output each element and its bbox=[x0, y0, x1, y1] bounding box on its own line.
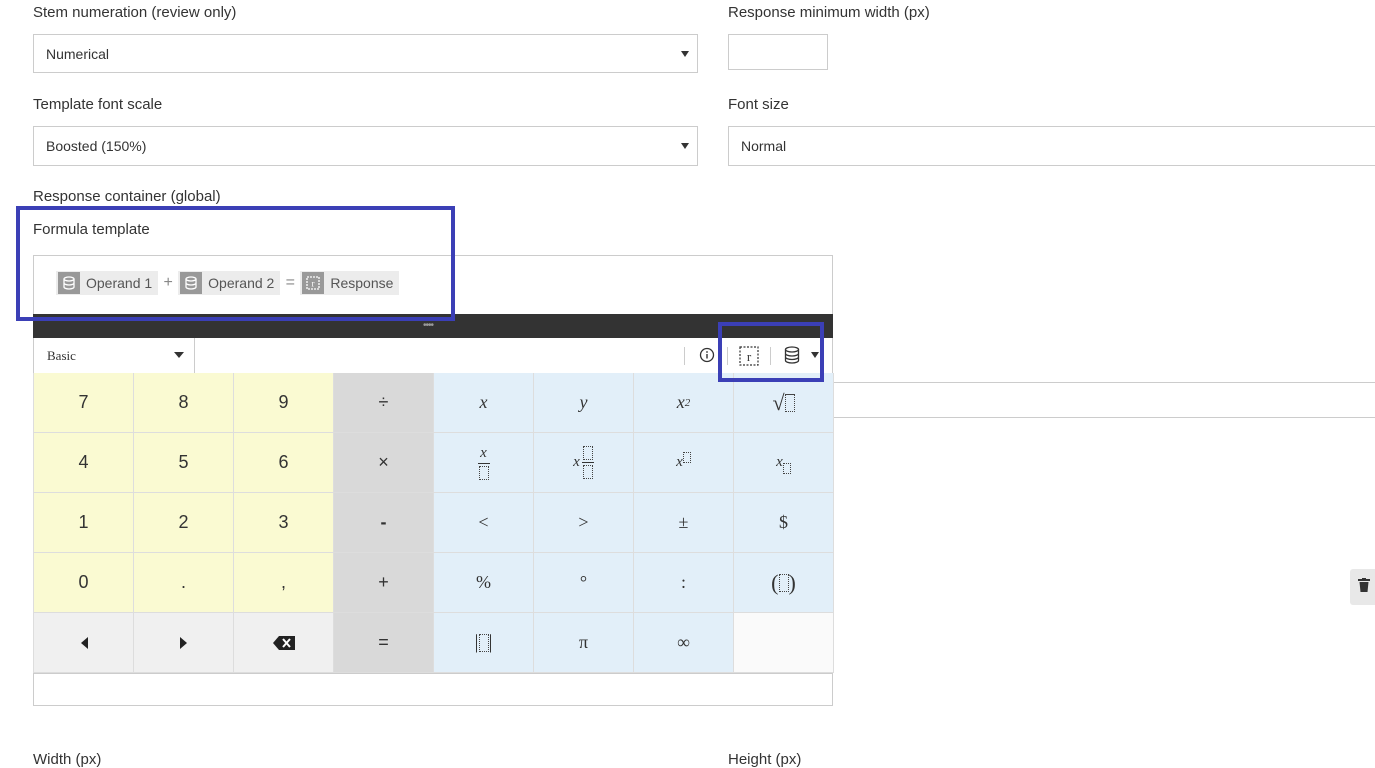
key-6[interactable]: 6 bbox=[234, 433, 334, 493]
key-comma[interactable]: , bbox=[234, 553, 334, 613]
response-box-icon: r bbox=[302, 272, 325, 294]
keypad-grid: 7 8 9 ÷ x y x2 √ 4 5 6 × x x x x 1 2 3 -… bbox=[33, 373, 834, 673]
key-4[interactable]: 4 bbox=[34, 433, 134, 493]
delete-button[interactable] bbox=[1350, 569, 1375, 605]
template-font-scale-label: Template font scale bbox=[33, 96, 163, 113]
key-8[interactable]: 8 bbox=[134, 373, 234, 433]
chevron-down-icon[interactable] bbox=[811, 352, 819, 358]
operand2-text: Operand 2 bbox=[208, 275, 275, 291]
response-container-label: Response container (global) bbox=[33, 188, 221, 205]
key-fraction-x[interactable]: x bbox=[434, 433, 534, 493]
key-3[interactable]: 3 bbox=[234, 493, 334, 553]
chevron-down-icon bbox=[681, 50, 689, 57]
key-minus[interactable]: - bbox=[334, 493, 434, 553]
key-plus-minus[interactable]: ± bbox=[634, 493, 734, 553]
stem-numeration-value: Numerical bbox=[46, 45, 110, 62]
key-equals[interactable]: = bbox=[334, 613, 434, 673]
font-size-label: Font size bbox=[728, 96, 789, 113]
drag-handle-icon[interactable]: •••• bbox=[423, 320, 434, 331]
width-label: Width (px) bbox=[33, 751, 102, 768]
stem-numeration-select[interactable]: Numerical bbox=[33, 34, 698, 73]
key-divide[interactable]: ÷ bbox=[334, 373, 434, 433]
keypad-mode-value: Basic bbox=[47, 347, 76, 363]
key-5[interactable]: 5 bbox=[134, 433, 234, 493]
key-degree[interactable]: ° bbox=[534, 553, 634, 613]
backspace-icon[interactable] bbox=[234, 613, 334, 673]
key-mixed-fraction[interactable]: x bbox=[534, 433, 634, 493]
toolbar-divider bbox=[684, 347, 685, 365]
key-plus[interactable]: + bbox=[334, 553, 434, 613]
template-font-scale-value: Boosted (150%) bbox=[46, 138, 147, 154]
key-multiply[interactable]: × bbox=[334, 433, 434, 493]
info-icon[interactable] bbox=[699, 347, 715, 368]
formula-template-editor[interactable]: Operand 1 + Operand 2 = r Response bbox=[33, 255, 833, 314]
formula-input-area[interactable] bbox=[33, 673, 833, 706]
toolbar-divider bbox=[727, 347, 728, 365]
divider bbox=[832, 417, 1375, 418]
trash-icon bbox=[1358, 577, 1370, 597]
key-y[interactable]: y bbox=[534, 373, 634, 433]
response-min-width-label: Response minimum width (px) bbox=[728, 4, 930, 21]
svg-text:r: r bbox=[747, 349, 752, 364]
key-empty bbox=[734, 613, 834, 673]
operand1-chip[interactable]: Operand 1 bbox=[56, 271, 159, 295]
key-decimal[interactable]: . bbox=[134, 553, 234, 613]
key-right-arrow[interactable] bbox=[134, 613, 234, 673]
key-parentheses[interactable]: () bbox=[734, 553, 834, 613]
svg-text:r: r bbox=[312, 279, 315, 289]
key-x[interactable]: x bbox=[434, 373, 534, 433]
operand1-text: Operand 1 bbox=[86, 275, 153, 291]
key-9[interactable]: 9 bbox=[234, 373, 334, 433]
template-font-scale-select[interactable]: Boosted (150%) bbox=[33, 126, 698, 166]
formula-template-label: Formula template bbox=[33, 221, 150, 238]
key-percent[interactable]: % bbox=[434, 553, 534, 613]
key-dollar[interactable]: $ bbox=[734, 493, 834, 553]
key-x-squared[interactable]: x2 bbox=[634, 373, 734, 433]
font-size-select[interactable]: Normal bbox=[728, 126, 1375, 166]
key-subscript[interactable]: x bbox=[734, 433, 834, 493]
response-text: Response bbox=[330, 275, 394, 291]
database-icon bbox=[180, 272, 203, 294]
keypad-drag-bar[interactable]: •••• bbox=[33, 314, 833, 338]
keypad-toolbar: Basic r bbox=[33, 338, 833, 373]
stem-numeration-label: Stem numeration (review only) bbox=[33, 4, 237, 21]
equals-sign: = bbox=[285, 274, 296, 291]
toolbar-divider bbox=[770, 347, 771, 365]
key-absolute-value[interactable]: | | bbox=[434, 613, 534, 673]
key-infinity[interactable]: ∞ bbox=[634, 613, 734, 673]
height-label: Height (px) bbox=[728, 751, 802, 768]
key-greater-than[interactable]: > bbox=[534, 493, 634, 553]
font-size-value: Normal bbox=[741, 138, 787, 154]
divider bbox=[832, 382, 1375, 383]
key-left-arrow[interactable] bbox=[34, 613, 134, 673]
key-2[interactable]: 2 bbox=[134, 493, 234, 553]
key-colon[interactable]: : bbox=[634, 553, 734, 613]
response-min-width-input[interactable] bbox=[728, 34, 828, 70]
key-less-than[interactable]: < bbox=[434, 493, 534, 553]
database-icon bbox=[58, 272, 80, 294]
chevron-down-icon bbox=[174, 352, 184, 358]
key-1[interactable]: 1 bbox=[34, 493, 134, 553]
keypad-mode-select[interactable]: Basic bbox=[34, 338, 195, 373]
plus-sign: + bbox=[163, 274, 173, 291]
key-power[interactable]: x bbox=[634, 433, 734, 493]
operand2-chip[interactable]: Operand 2 bbox=[178, 271, 281, 295]
response-box-icon[interactable]: r bbox=[738, 345, 760, 372]
chevron-down-icon bbox=[681, 143, 689, 149]
key-0[interactable]: 0 bbox=[34, 553, 134, 613]
key-7[interactable]: 7 bbox=[34, 373, 134, 433]
key-pi[interactable]: π bbox=[534, 613, 634, 673]
key-sqrt[interactable]: √ bbox=[734, 373, 834, 433]
response-chip[interactable]: r Response bbox=[300, 271, 400, 295]
database-icon[interactable] bbox=[784, 346, 800, 369]
